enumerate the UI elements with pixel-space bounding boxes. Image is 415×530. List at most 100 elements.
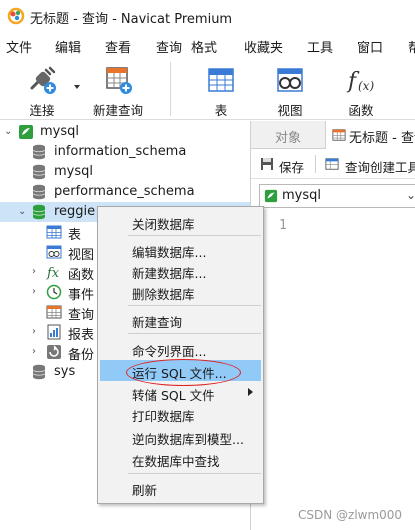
save-icon: [261, 158, 273, 170]
table-icon: [208, 68, 234, 92]
menu-item-label: 新建查询: [132, 315, 183, 330]
chevron-down-icon: ⌄: [406, 188, 415, 202]
table-icon: [46, 225, 62, 239]
connection-select-value: mysql: [282, 188, 321, 203]
menu-item-label: 关闭数据库: [132, 217, 195, 232]
menu-item-dump-sql-file[interactable]: 转储 SQL 文件: [100, 382, 261, 403]
tree-item-database[interactable]: performance_schema: [0, 182, 250, 202]
menu-item-new-database[interactable]: 新建数据库...: [100, 260, 261, 281]
line-number: 1: [279, 218, 287, 233]
tree-label: 报表: [68, 328, 95, 343]
menu-item-delete-database[interactable]: 删除数据库: [100, 281, 261, 302]
function-icon: f (x): [346, 69, 374, 94]
chevron-right-icon[interactable]: ›: [32, 266, 36, 277]
query-pane: 对象 无标题 - 查询 保存 查询创建工具 mysql: [250, 121, 415, 530]
chevron-down-icon[interactable]: ⌄: [4, 126, 12, 137]
menu-item-label: 新建数据库...: [132, 266, 207, 281]
function-label: 函数: [348, 103, 374, 118]
connection-icon: [19, 125, 33, 139]
chevron-right-icon[interactable]: ›: [32, 286, 36, 297]
chevron-down-icon[interactable]: ⌄: [18, 206, 26, 217]
svg-text:(x): (x): [358, 79, 374, 93]
new-query-icon: [106, 67, 132, 94]
menu-item-label: 打印数据库: [132, 409, 195, 424]
database-icon: [32, 364, 46, 380]
plug-icon: [30, 66, 56, 94]
connect-label: 连接: [29, 103, 55, 118]
menu-item-print-database[interactable]: 打印数据库: [100, 403, 261, 424]
menu-separator: [128, 333, 261, 334]
menu-file[interactable]: 文件: [6, 37, 32, 56]
tree-label: mysql: [40, 124, 79, 139]
view-icon: [277, 68, 303, 92]
connect-dropdown-icon[interactable]: [74, 85, 80, 89]
menu-item-find-in-database[interactable]: 在数据库中查找: [100, 448, 261, 469]
menu-item-label: 运行 SQL 文件...: [132, 366, 227, 381]
view-icon: [46, 245, 62, 259]
save-button[interactable]: 保存: [279, 157, 304, 176]
toolbar-separator: [170, 62, 171, 116]
menu-bar: 文件 编辑 查看 查询 格式 收藏夹 工具 窗口 帮: [0, 32, 415, 58]
connect-button[interactable]: 连接: [14, 64, 70, 118]
context-menu: 关闭数据库 编辑数据库... 新建数据库... 删除数据库 新建查询 命令列界面…: [97, 206, 264, 504]
tree-label: 查询: [68, 308, 95, 323]
new-query-button[interactable]: 新建查询: [88, 64, 148, 118]
query-icon: [332, 129, 346, 141]
tree-label: 表: [68, 228, 82, 243]
database-open-icon: [32, 204, 46, 220]
menu-format[interactable]: 格式: [191, 37, 217, 56]
database-icon: [32, 184, 46, 200]
tab-query-label: 无标题 - 查询: [349, 131, 415, 146]
clock-icon: [46, 284, 62, 300]
menu-item-edit-database[interactable]: 编辑数据库...: [100, 239, 261, 260]
menu-item-label: 在数据库中查找: [132, 454, 220, 469]
tree-label: information_schema: [54, 144, 187, 159]
tree-label: 备份: [68, 348, 95, 363]
view-button[interactable]: 视图: [266, 64, 314, 118]
menu-separator: [128, 305, 261, 306]
tree-item-connection-mysql[interactable]: ⌄ mysql: [0, 122, 250, 142]
query-icon: [46, 305, 62, 319]
main-toolbar: 连接 新建查询 表 视图 f (x) 函数: [0, 58, 415, 120]
tree-item-database[interactable]: mysql: [0, 162, 250, 182]
new-query-label: 新建查询: [92, 103, 143, 118]
tab-query[interactable]: 无标题 - 查询: [325, 121, 415, 149]
backup-icon: [47, 345, 61, 359]
query-builder-button[interactable]: 查询创建工具: [345, 157, 415, 176]
connection-select[interactable]: mysql ⌄: [259, 184, 415, 208]
menu-item-console[interactable]: 命令列界面...: [100, 338, 261, 359]
tab-bar: 对象 无标题 - 查询: [251, 121, 415, 149]
title-bar: 无标题 - 查询 - Navicat Premium: [0, 0, 415, 32]
table-button[interactable]: 表: [197, 64, 245, 118]
menu-tools[interactable]: 工具: [307, 37, 333, 56]
menu-item-close-database[interactable]: 关闭数据库: [100, 211, 261, 232]
menu-item-new-query[interactable]: 新建查询: [100, 309, 261, 330]
menu-separator: [128, 473, 261, 474]
menu-favorites[interactable]: 收藏夹: [244, 37, 283, 56]
menu-item-run-sql-file[interactable]: 运行 SQL 文件...: [100, 360, 261, 381]
menu-edit[interactable]: 编辑: [55, 37, 81, 56]
menu-query[interactable]: 查询: [156, 37, 182, 56]
window-title: 无标题 - 查询 - Navicat Premium: [30, 12, 233, 27]
menu-item-label: 删除数据库: [132, 287, 195, 302]
tree-label: 事件: [68, 288, 95, 303]
query-toolbar: 保存 查询创建工具: [251, 149, 415, 179]
menu-item-refresh[interactable]: 刷新: [100, 477, 261, 498]
database-icon: [32, 144, 46, 160]
menu-window[interactable]: 窗口: [357, 37, 383, 56]
navicat-logo-icon: [7, 7, 25, 25]
function-button[interactable]: f (x) 函数: [337, 64, 385, 118]
menu-separator: [128, 235, 261, 236]
chevron-right-icon[interactable]: ›: [32, 346, 36, 357]
menu-help[interactable]: 帮: [408, 37, 415, 56]
menu-item-reverse-to-model[interactable]: 逆向数据库到模型...: [100, 426, 261, 447]
tab-objects[interactable]: 对象: [251, 121, 325, 149]
chevron-right-icon[interactable]: ›: [32, 326, 36, 337]
tree-item-database[interactable]: information_schema: [0, 142, 250, 162]
submenu-arrow-icon: [248, 388, 253, 396]
menu-view[interactable]: 查看: [105, 37, 131, 56]
menu-item-label: 命令列界面...: [132, 344, 207, 359]
tree-label: mysql: [54, 164, 93, 179]
view-label: 视图: [277, 103, 303, 118]
tree-label: sys: [54, 364, 76, 379]
